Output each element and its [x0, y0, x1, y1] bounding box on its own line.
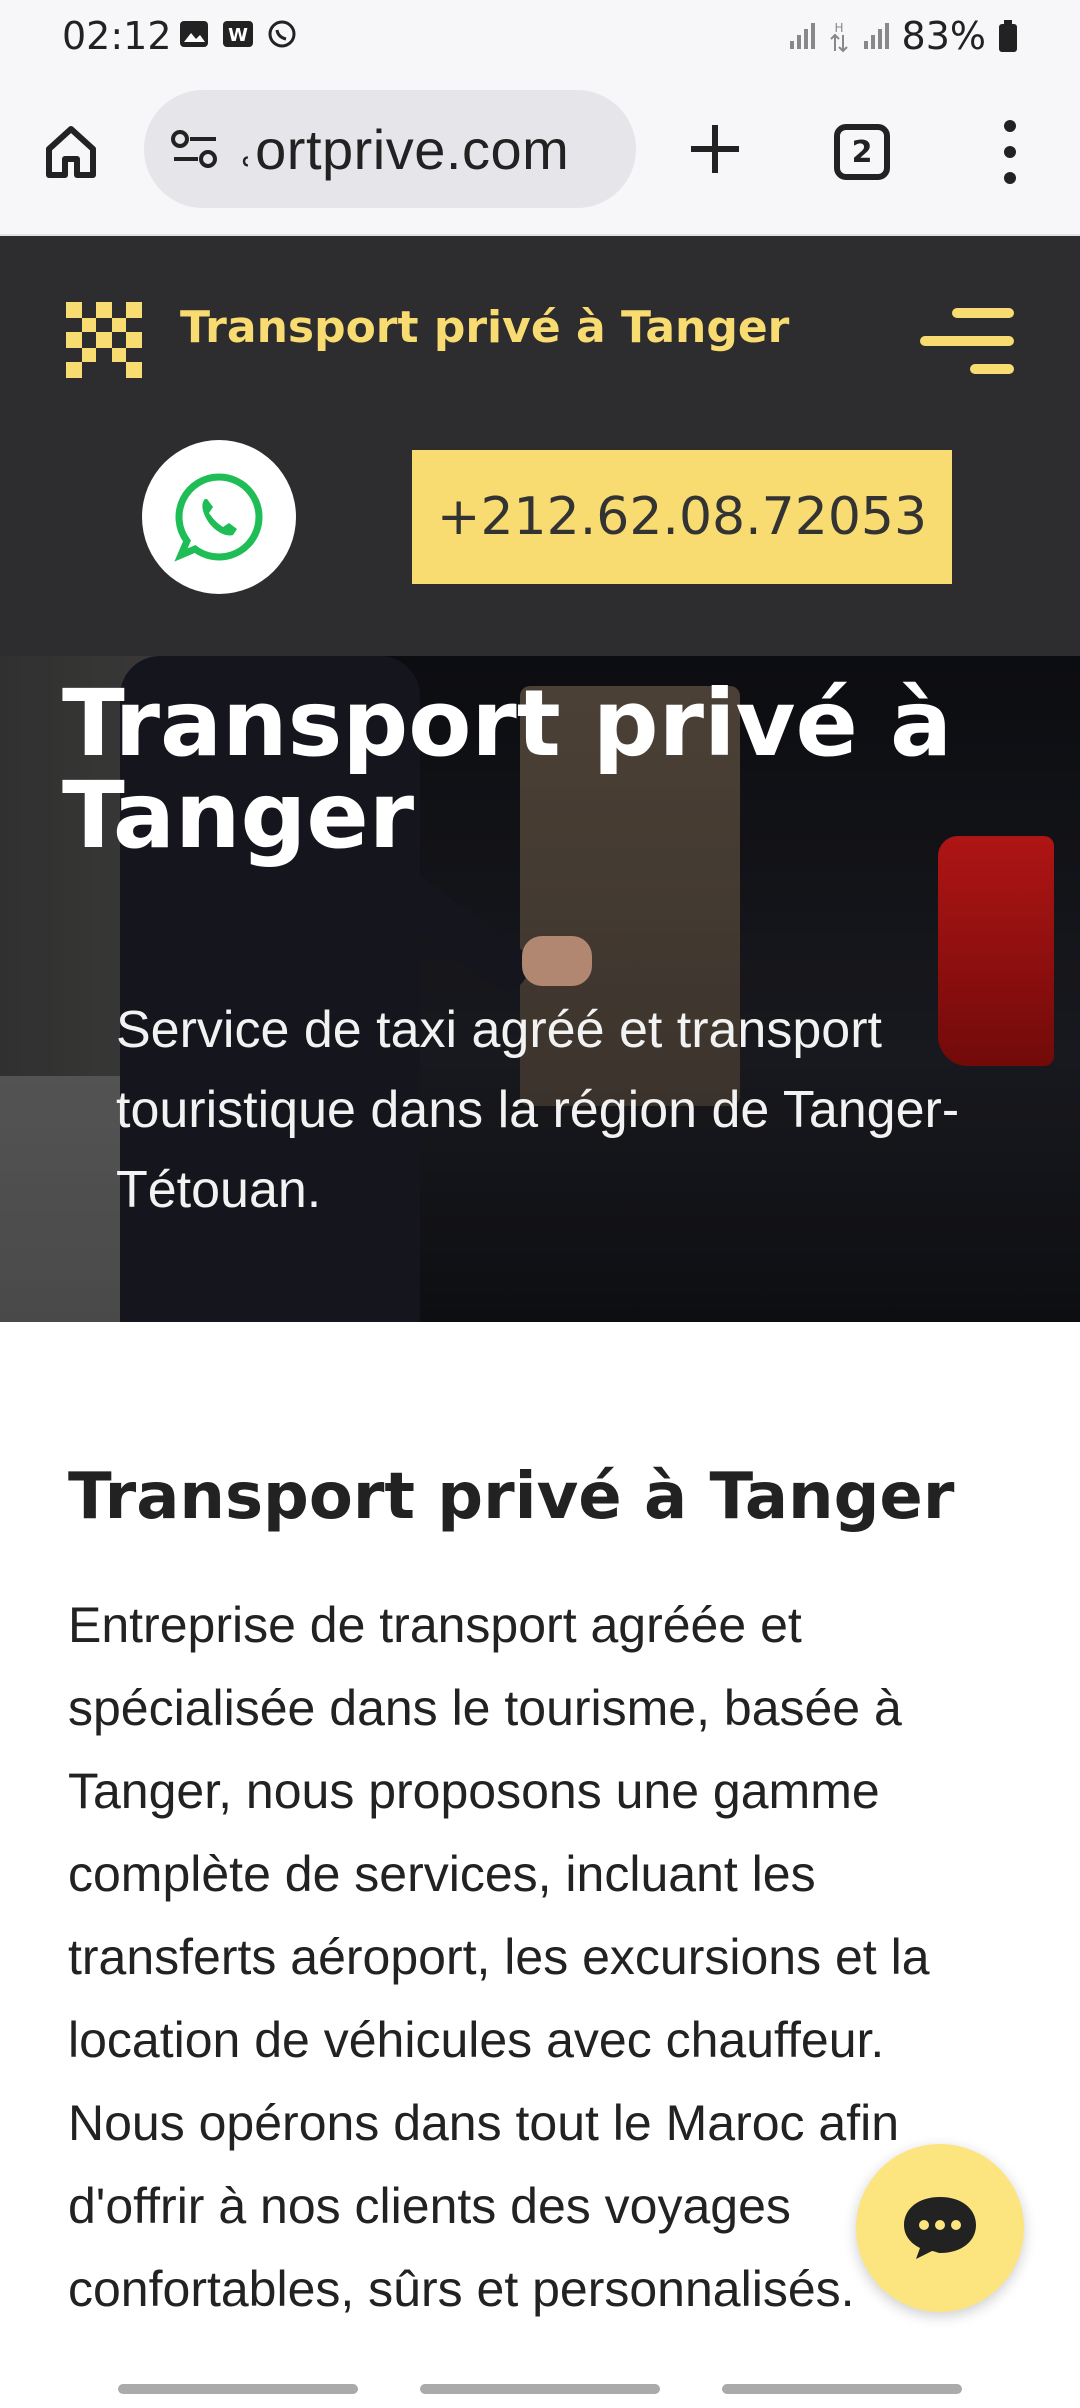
site-logo[interactable] [66, 302, 142, 378]
data-transfer-icon: H [829, 21, 848, 53]
w-app-icon: W [222, 18, 254, 50]
signal-icon-2 [863, 23, 889, 49]
site-settings-icon[interactable] [166, 120, 224, 178]
overflow-menu-icon[interactable] [990, 120, 1030, 184]
home-button[interactable] [40, 120, 102, 182]
gallery-icon [178, 18, 210, 50]
chat-icon [904, 2197, 976, 2259]
home-icon [46, 126, 96, 178]
site-header: Transport privé à Tanger +212.62.08.7205… [0, 236, 1080, 656]
status-notification-icons: W [178, 18, 298, 50]
address-bar[interactable]: ˓ortprive.com [144, 90, 636, 208]
battery-icon [999, 20, 1017, 52]
hero-title: Transport privé à Tanger [62, 670, 953, 869]
site-title[interactable]: Transport privé à Tanger [180, 302, 789, 353]
new-tab-button[interactable] [680, 114, 750, 184]
status-time: 02:12 [62, 14, 172, 58]
whatsapp-icon [174, 473, 263, 562]
plus-icon [691, 125, 739, 173]
phone-call-button[interactable]: +212.62.08.72053 [412, 450, 952, 584]
status-right: H 83% [788, 14, 1018, 58]
gesture-navigation-bar[interactable] [0, 2376, 1080, 2408]
hero-subtitle: Service de taxi agréé et transport touri… [116, 1001, 960, 1219]
browser-toolbar: ˓ortprive.com 2 [0, 72, 1080, 236]
section-heading: Transport privé à Tanger [68, 1460, 955, 1534]
svg-text:H: H [834, 21, 843, 35]
chat-button[interactable] [856, 2144, 1024, 2312]
battery-percent: 83% [901, 14, 986, 58]
svg-text:W: W [228, 25, 248, 46]
tab-switcher-button[interactable]: 2 [834, 124, 890, 180]
whatsapp-status-icon [266, 18, 298, 50]
hamburger-menu-icon[interactable] [920, 300, 1014, 380]
hero-banner: Transport privé à Tanger Service de taxi… [0, 656, 1080, 1322]
signal-icon [789, 23, 815, 49]
url-text: ˓ortprive.com [236, 117, 570, 181]
status-bar: 02:12 W H 83% [0, 0, 1080, 72]
whatsapp-button[interactable] [142, 440, 296, 594]
